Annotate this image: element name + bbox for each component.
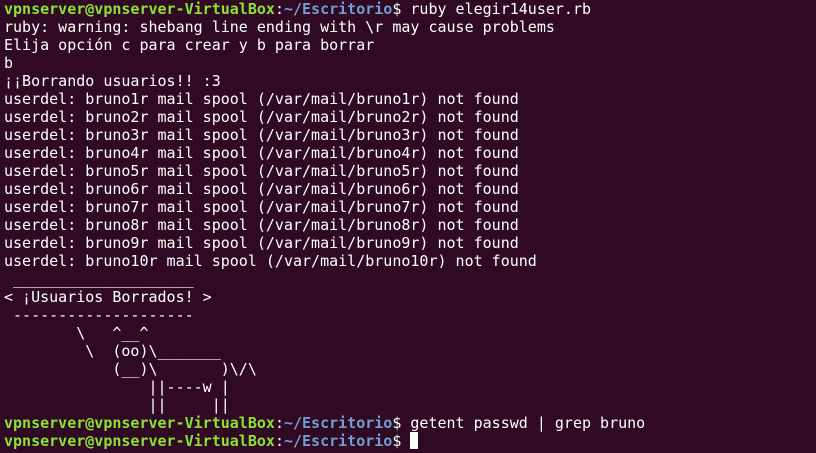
command-input[interactable]: [401, 432, 410, 450]
cowsay-line: ||----w |: [4, 378, 230, 396]
cowsay-line: \ ^__^: [4, 324, 149, 342]
prompt-user-host: vpnserver@vpnserver-VirtualBox: [4, 0, 275, 18]
cowsay-line: || ||: [4, 396, 230, 414]
output-line: ¡¡Borrando usuarios!! :3: [4, 72, 221, 90]
prompt-user-host: vpnserver@vpnserver-VirtualBox: [4, 432, 275, 450]
output-line: userdel: bruno7r mail spool (/var/mail/b…: [4, 198, 519, 216]
output-line: userdel: bruno1r mail spool (/var/mail/b…: [4, 90, 519, 108]
output-line: userdel: bruno10r mail spool (/var/mail/…: [4, 252, 537, 270]
prompt-path: ~/Escritorio: [283, 414, 393, 432]
output-line: userdel: bruno9r mail spool (/var/mail/b…: [4, 234, 519, 252]
command-text: getent passwd | grep bruno: [401, 414, 646, 432]
cowsay-line: (__)\ )\/\: [4, 360, 257, 378]
terminal-window[interactable]: vpnserver@vpnserver-VirtualBox:~/Escrito…: [0, 0, 816, 453]
prompt-user-host: vpnserver@vpnserver-VirtualBox: [4, 414, 275, 432]
prompt-separator: :: [274, 414, 284, 432]
cowsay-line: ____________________: [4, 270, 194, 288]
cowsay-line: \ (oo)\_______: [4, 342, 221, 360]
prompt-path: ~/Escritorio: [283, 432, 393, 450]
output-line: userdel: bruno6r mail spool (/var/mail/b…: [4, 180, 519, 198]
output-line: Elija opción c para crear y b para borra…: [4, 36, 375, 54]
cowsay-line: --------------------: [4, 306, 194, 324]
prompt-separator: :: [274, 432, 284, 450]
output-line: userdel: bruno4r mail spool (/var/mail/b…: [4, 144, 519, 162]
output-line: userdel: bruno5r mail spool (/var/mail/b…: [4, 162, 519, 180]
output-line: userdel: bruno8r mail spool (/var/mail/b…: [4, 216, 519, 234]
prompt-separator: :: [274, 0, 284, 18]
output-line: userdel: bruno3r mail spool (/var/mail/b…: [4, 126, 519, 144]
cowsay-line: < ¡Usuarios Borrados! >: [4, 288, 212, 306]
prompt-line-3[interactable]: vpnserver@vpnserver-VirtualBox:~/Escrito…: [4, 432, 816, 450]
text-cursor: [410, 432, 419, 449]
prompt-path: ~/Escritorio: [283, 0, 393, 18]
output-line: userdel: bruno2r mail spool (/var/mail/b…: [4, 108, 519, 126]
prompt-line-1: vpnserver@vpnserver-VirtualBox:~/Escrito…: [4, 0, 816, 18]
output-line: b: [4, 54, 14, 72]
prompt-line-2: vpnserver@vpnserver-VirtualBox:~/Escrito…: [4, 414, 816, 432]
output-line: ruby: warning: shebang line ending with …: [4, 18, 555, 36]
command-text: ruby elegir14user.rb: [401, 0, 592, 18]
